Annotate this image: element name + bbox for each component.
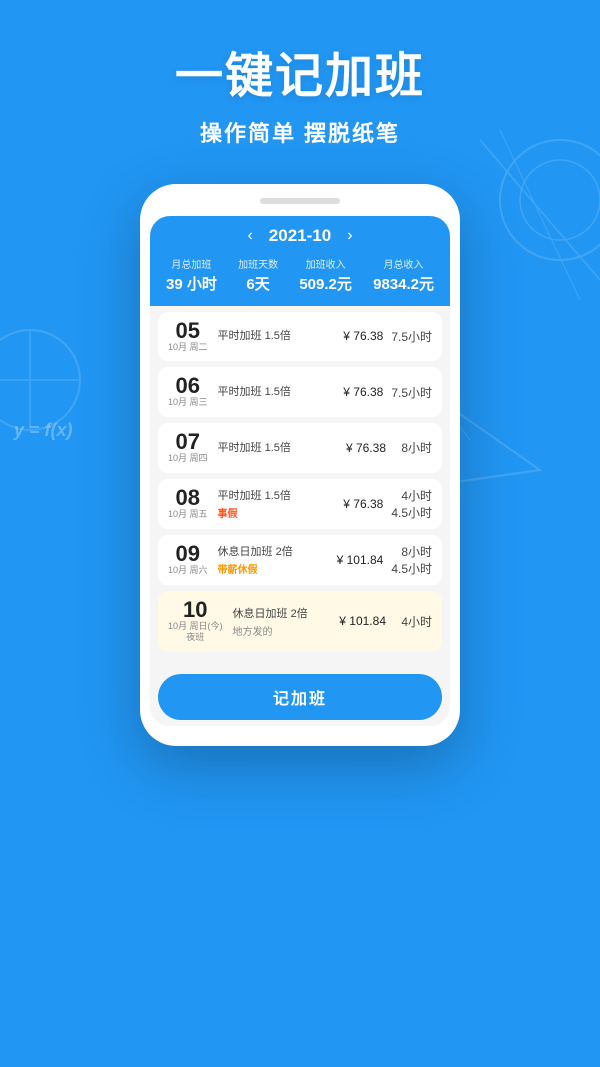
main-title: 一键记加班 xyxy=(0,48,600,106)
phone-frame: ‹ 2021-10 › 月总加班 39 小时 加班天数 6天 加班收入 xyxy=(140,184,460,746)
stats-row: 月总加班 39 小时 加班天数 6天 加班收入 509.2元 月总收入 9834… xyxy=(162,256,438,294)
date-block: 0510月 周二 xyxy=(168,320,208,354)
phone-container: ‹ 2021-10 › 月总加班 39 小时 加班天数 6天 加班收入 xyxy=(0,184,600,746)
record-info: 平时加班 1.5倍 xyxy=(218,383,332,401)
stat-label-2: 加班收入 xyxy=(299,256,352,271)
record-amount: ¥ 76.38 xyxy=(334,441,386,455)
record-info: 休息日加班 2倍带薪休假 xyxy=(218,543,332,576)
stat-value-2: 509.2元 xyxy=(299,273,352,294)
date-number: 06 xyxy=(168,375,208,397)
month-nav: ‹ 2021-10 › xyxy=(162,226,438,246)
date-block: 0810月 周五 xyxy=(168,487,208,521)
stat-value-0: 39 小时 xyxy=(166,273,217,294)
records-list: 0510月 周二平时加班 1.5倍¥ 76.387.5小时0610月 周三平时加… xyxy=(150,306,450,664)
record-hours-primary: 8小时 xyxy=(391,543,432,560)
date-sub: 10月 周日(今) 夜班 xyxy=(168,621,223,644)
record-type: 平时加班 1.5倍 xyxy=(218,383,332,399)
record-hours-secondary: 4.5小时 xyxy=(391,560,432,577)
next-month-button[interactable]: › xyxy=(347,227,352,245)
stat-total-income: 月总收入 9834.2元 xyxy=(373,256,434,294)
record-info: 平时加班 1.5倍事假 xyxy=(218,487,332,520)
record-info: 平时加班 1.5倍 xyxy=(218,327,332,345)
date-sub: 10月 周二 xyxy=(168,342,208,354)
date-sub: 10月 周六 xyxy=(168,565,208,577)
phone-notch xyxy=(260,198,340,204)
record-amount: ¥ 76.38 xyxy=(331,385,383,399)
date-block: 0610月 周三 xyxy=(168,375,208,409)
record-type: 休息日加班 2倍 xyxy=(233,605,334,621)
record-card[interactable]: 0510月 周二平时加班 1.5倍¥ 76.38 7.5小时 xyxy=(158,312,442,362)
date-block: 0710月 周四 xyxy=(168,431,208,465)
phone-inner: ‹ 2021-10 › 月总加班 39 小时 加班天数 6天 加班收入 xyxy=(150,216,450,726)
record-amount: ¥ 76.38 xyxy=(331,497,383,511)
date-sub: 10月 周四 xyxy=(168,453,208,465)
record-overtime-button[interactable]: 记加班 xyxy=(158,674,442,720)
stat-label-3: 月总收入 xyxy=(373,256,434,271)
sub-title: 操作简单 摆脱纸笔 xyxy=(0,116,600,148)
record-hours-stack: 8小时4.5小时 xyxy=(391,543,432,577)
record-type: 平时加班 1.5倍 xyxy=(218,327,332,343)
stat-days: 加班天数 6天 xyxy=(238,256,278,294)
month-label: 2021-10 xyxy=(269,226,331,246)
prev-month-button[interactable]: ‹ xyxy=(247,227,252,245)
record-card[interactable]: 0610月 周三平时加班 1.5倍¥ 76.38 7.5小时 xyxy=(158,367,442,417)
record-info: 平时加班 1.5倍 xyxy=(218,439,334,457)
record-hours: 4小时 xyxy=(394,613,432,630)
stat-overtime-income: 加班收入 509.2元 xyxy=(299,256,352,294)
record-note: 地方发的 xyxy=(233,623,334,638)
stat-value-3: 9834.2元 xyxy=(373,273,434,294)
record-hours-primary: 4小时 xyxy=(391,487,432,504)
stat-value-1: 6天 xyxy=(238,273,278,294)
record-card[interactable]: 0910月 周六休息日加班 2倍带薪休假¥ 101.84 8小时4.5小时 xyxy=(158,535,442,585)
stat-label-0: 月总加班 xyxy=(166,256,217,271)
stat-label-1: 加班天数 xyxy=(238,256,278,271)
record-tag: 带薪休假 xyxy=(218,561,332,576)
record-hours: 7.5小时 xyxy=(391,328,432,345)
record-card[interactable]: 0710月 周四平时加班 1.5倍¥ 76.38 8小时 xyxy=(158,423,442,473)
record-hours: 7.5小时 xyxy=(391,384,432,401)
record-hours: 8小时 xyxy=(394,439,432,456)
record-type: 休息日加班 2倍 xyxy=(218,543,332,559)
date-number: 08 xyxy=(168,487,208,509)
header-section: 一键记加班 操作简单 摆脱纸笔 xyxy=(0,0,600,168)
record-type: 平时加班 1.5倍 xyxy=(218,439,334,455)
date-block: 1010月 周日(今) 夜班 xyxy=(168,599,223,644)
record-tag: 事假 xyxy=(218,505,332,520)
date-block: 0910月 周六 xyxy=(168,543,208,577)
record-card[interactable]: 1010月 周日(今) 夜班休息日加班 2倍地方发的¥ 101.84 4小时 xyxy=(158,591,442,652)
record-type: 平时加班 1.5倍 xyxy=(218,487,332,503)
date-number: 10 xyxy=(168,599,223,621)
record-card[interactable]: 0810月 周五平时加班 1.5倍事假¥ 76.38 4小时4.5小时 xyxy=(158,479,442,529)
stat-total-overtime: 月总加班 39 小时 xyxy=(166,256,217,294)
date-sub: 10月 周五 xyxy=(168,509,208,521)
record-amount: ¥ 101.84 xyxy=(331,553,383,567)
date-number: 09 xyxy=(168,543,208,565)
record-hours-secondary: 4.5小时 xyxy=(391,504,432,521)
record-hours-stack: 4小时4.5小时 xyxy=(391,487,432,521)
date-sub: 10月 周三 xyxy=(168,397,208,409)
record-amount: ¥ 76.38 xyxy=(331,329,383,343)
record-btn-wrap: 记加班 xyxy=(150,664,450,726)
date-number: 05 xyxy=(168,320,208,342)
record-amount: ¥ 101.84 xyxy=(334,614,386,628)
date-number: 07 xyxy=(168,431,208,453)
record-info: 休息日加班 2倍地方发的 xyxy=(233,605,334,638)
month-header: ‹ 2021-10 › 月总加班 39 小时 加班天数 6天 加班收入 xyxy=(150,216,450,306)
